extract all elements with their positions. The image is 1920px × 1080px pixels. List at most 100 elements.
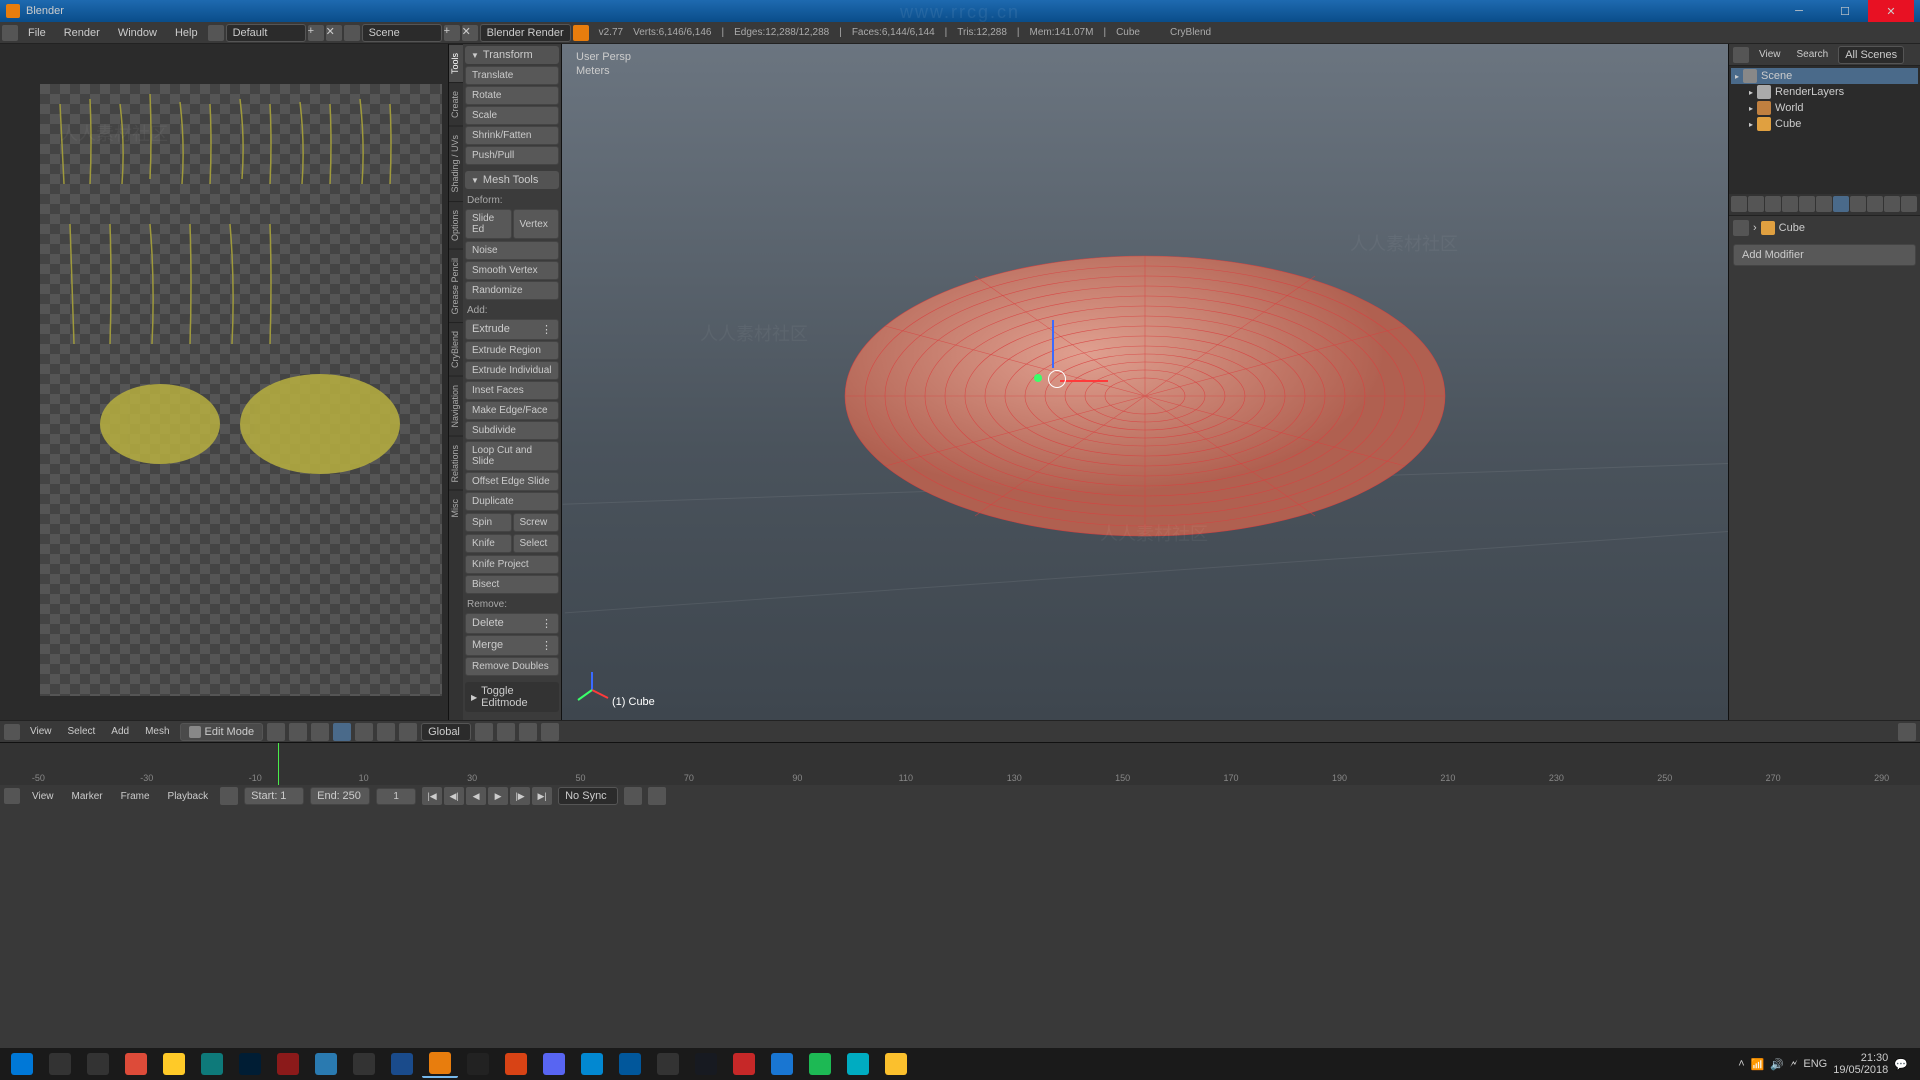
select-face-icon[interactable] bbox=[355, 723, 373, 741]
current-frame-field[interactable]: 1 bbox=[376, 788, 416, 805]
taskbar-clock[interactable]: 21:30 19/05/2018 bbox=[1833, 1052, 1888, 1076]
tl-menu-view[interactable]: View bbox=[26, 789, 60, 804]
snap-icon[interactable] bbox=[497, 723, 515, 741]
outliner-type-icon[interactable] bbox=[1733, 47, 1749, 63]
close-button[interactable]: ✕ bbox=[1868, 0, 1914, 22]
tab-options[interactable]: Options bbox=[449, 201, 463, 249]
prop-tab-material-icon[interactable] bbox=[1867, 196, 1883, 212]
select-edge-icon[interactable] bbox=[333, 723, 351, 741]
taskbar-chrome-icon[interactable] bbox=[118, 1050, 154, 1078]
back-to-prev-icon[interactable] bbox=[208, 25, 224, 41]
taskbar-app9-icon[interactable] bbox=[840, 1050, 876, 1078]
play-reverse-button[interactable]: ◀ bbox=[466, 787, 486, 805]
tray-notifications-icon[interactable]: 💬 bbox=[1894, 1058, 1908, 1071]
menu-window[interactable]: Window bbox=[110, 24, 165, 42]
prop-tab-physics-icon[interactable] bbox=[1901, 196, 1917, 212]
render-preview-icon[interactable] bbox=[1898, 723, 1916, 741]
tl-menu-marker[interactable]: Marker bbox=[66, 789, 109, 804]
outliner-filter-dd[interactable]: All Scenes bbox=[1838, 46, 1904, 64]
add-layout-icon[interactable]: + bbox=[308, 25, 324, 41]
taskbar-photoshop-icon[interactable] bbox=[232, 1050, 268, 1078]
screen-layout-dropdown[interactable]: Default bbox=[226, 24, 306, 42]
layers-icon[interactable] bbox=[541, 723, 559, 741]
taskbar-app5-icon[interactable] bbox=[574, 1050, 610, 1078]
offset-edge-button[interactable]: Offset Edge Slide bbox=[465, 472, 559, 491]
keyframe-next-button[interactable]: |▶ bbox=[510, 787, 530, 805]
tl-menu-frame[interactable]: Frame bbox=[115, 789, 156, 804]
outliner-view[interactable]: View bbox=[1753, 47, 1787, 62]
prop-tab-layers-icon[interactable] bbox=[1748, 196, 1764, 212]
prop-tab-render-icon[interactable] bbox=[1731, 196, 1747, 212]
tab-relations[interactable]: Relations bbox=[449, 436, 463, 491]
delete-button[interactable]: Delete⋮ bbox=[465, 613, 559, 634]
timeline-type-icon[interactable] bbox=[4, 788, 20, 804]
snap-type-icon[interactable] bbox=[519, 723, 537, 741]
taskbar-start-icon[interactable] bbox=[4, 1050, 40, 1078]
pivot-icon[interactable] bbox=[289, 723, 307, 741]
translate-button[interactable]: Translate bbox=[465, 66, 559, 85]
taskbar-zbrush-icon[interactable] bbox=[346, 1050, 382, 1078]
end-frame-field[interactable]: End: 250 bbox=[310, 787, 370, 805]
3dview-type-icon[interactable] bbox=[4, 724, 20, 740]
screw-button[interactable]: Screw bbox=[513, 513, 560, 532]
editor-type-icon[interactable] bbox=[2, 25, 18, 41]
bisect-button[interactable]: Bisect bbox=[465, 575, 559, 594]
knife-select-button[interactable]: Select bbox=[513, 534, 560, 553]
tree-item-renderlayers[interactable]: ▸RenderLayers bbox=[1731, 84, 1918, 100]
scene-dropdown[interactable]: Scene bbox=[362, 24, 442, 42]
tray-network-icon[interactable]: 📶 bbox=[1751, 1058, 1765, 1071]
mode-dropdown[interactable]: Edit Mode bbox=[180, 723, 264, 741]
keyframe-prev-button[interactable]: ◀| bbox=[444, 787, 464, 805]
tree-item-scene[interactable]: ▸Scene bbox=[1731, 68, 1918, 84]
timeline-cursor[interactable] bbox=[278, 743, 279, 785]
smooth-vertex-button[interactable]: Smooth Vertex bbox=[465, 261, 559, 280]
taskbar-blender-icon[interactable] bbox=[422, 1050, 458, 1078]
proportional-icon[interactable] bbox=[399, 723, 417, 741]
tree-item-world[interactable]: ▸World bbox=[1731, 100, 1918, 116]
outliner-search[interactable]: Search bbox=[1791, 47, 1835, 62]
extrude-region-button[interactable]: Extrude Region bbox=[465, 341, 559, 360]
merge-button[interactable]: Merge⋮ bbox=[465, 635, 559, 656]
scene-browse-icon[interactable] bbox=[344, 25, 360, 41]
push-pull-button[interactable]: Push/Pull bbox=[465, 146, 559, 165]
extrude-individual-button[interactable]: Extrude Individual bbox=[465, 361, 559, 380]
outliner-tree[interactable]: ▸Scene▸RenderLayers▸World▸Cube bbox=[1729, 66, 1920, 194]
sync-dropdown[interactable]: No Sync bbox=[558, 787, 618, 805]
system-tray[interactable]: ˄ 📶 🔊 🗲 ENG 21:30 19/05/2018 💬 bbox=[1738, 1052, 1916, 1076]
tab-navigation[interactable]: Navigation bbox=[449, 376, 463, 436]
minimize-button[interactable]: ─ bbox=[1776, 0, 1822, 22]
toggle-editmode[interactable]: ▶Toggle Editmode bbox=[465, 682, 559, 712]
orientation-dd[interactable]: Global bbox=[421, 723, 471, 741]
taskbar-app1-icon[interactable] bbox=[270, 1050, 306, 1078]
taskbar-discord-icon[interactable] bbox=[536, 1050, 572, 1078]
pin-icon[interactable] bbox=[1733, 220, 1749, 236]
rotate-button[interactable]: Rotate bbox=[465, 86, 559, 105]
taskbar-cortana-icon[interactable] bbox=[42, 1050, 78, 1078]
remove-doubles-button[interactable]: Remove Doubles bbox=[465, 657, 559, 676]
shading-solid-icon[interactable] bbox=[267, 723, 285, 741]
taskbar-app3-icon[interactable] bbox=[384, 1050, 420, 1078]
3d-menu-add[interactable]: Add bbox=[105, 724, 135, 739]
slide-edge-button[interactable]: Slide Ed bbox=[465, 209, 512, 239]
tab-grease-pencil[interactable]: Grease Pencil bbox=[449, 249, 463, 323]
menu-help[interactable]: Help bbox=[167, 24, 206, 42]
taskbar-steam-icon[interactable] bbox=[688, 1050, 724, 1078]
3d-menu-mesh[interactable]: Mesh bbox=[139, 724, 175, 739]
taskbar-app4-icon[interactable] bbox=[498, 1050, 534, 1078]
prop-tab-world-icon[interactable] bbox=[1782, 196, 1798, 212]
tab-misc[interactable]: Misc bbox=[449, 490, 463, 526]
3d-menu-view[interactable]: View bbox=[24, 724, 58, 739]
menu-file[interactable]: File bbox=[20, 24, 54, 42]
prop-tab-object-icon[interactable] bbox=[1799, 196, 1815, 212]
prop-tab-constraints-icon[interactable] bbox=[1816, 196, 1832, 212]
autokey-icon[interactable] bbox=[624, 787, 642, 805]
play-button[interactable]: ▶ bbox=[488, 787, 508, 805]
transform-header[interactable]: ▼Transform bbox=[465, 46, 559, 64]
delete-layout-icon[interactable]: ✕ bbox=[326, 25, 342, 41]
shrink-fatten-button[interactable]: Shrink/Fatten bbox=[465, 126, 559, 145]
tray-volume-icon[interactable]: 🔊 bbox=[1770, 1058, 1784, 1071]
tray-battery-icon[interactable]: 🗲 bbox=[1790, 1058, 1797, 1071]
maximize-button[interactable]: ☐ bbox=[1822, 0, 1868, 22]
prop-tab-modifiers-icon[interactable] bbox=[1833, 196, 1849, 212]
taskbar-app6-icon[interactable] bbox=[612, 1050, 648, 1078]
